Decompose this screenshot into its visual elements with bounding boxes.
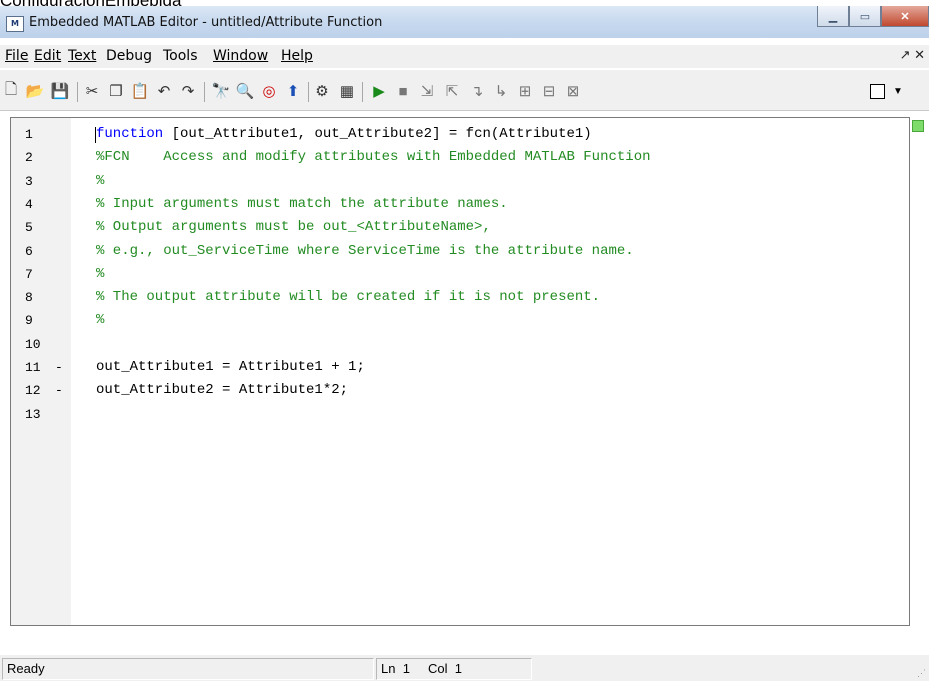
find-files-icon[interactable]: 🔍 — [236, 82, 255, 100]
window-controls: ▁ ▭ ✕ — [817, 6, 929, 28]
window-title: Embedded MATLAB Editor - untitled/Attrib… — [29, 15, 383, 30]
ln-value: 1 — [402, 661, 410, 676]
step-out-icon[interactable]: ⇱ — [443, 82, 461, 100]
code-line[interactable]: % e.g., out_ServiceTime where ServiceTim… — [96, 243, 634, 259]
copy-icon[interactable]: ❐ — [107, 82, 125, 100]
toolbar-separator — [362, 82, 363, 102]
code-line[interactable]: % The output attribute will be created i… — [96, 289, 600, 305]
toolbar-separator — [77, 82, 78, 102]
minimize-icon[interactable]: ▁ — [817, 6, 849, 27]
step-icon[interactable]: ↴ — [468, 82, 486, 100]
redo-icon[interactable]: ↷ — [179, 82, 197, 100]
code-comment: % Output arguments must be out_<Attribut… — [96, 219, 491, 235]
line-number: 10 — [25, 337, 41, 352]
exit-debug-icon[interactable]: ⊠ — [564, 82, 582, 100]
code-text: out_Attribute2 = Attribute1*2; — [96, 382, 349, 398]
run-icon[interactable]: ▶ — [370, 82, 388, 100]
maximize-icon[interactable]: ▭ — [849, 6, 881, 27]
breakpoint-icon[interactable]: ⊞ — [516, 82, 534, 100]
line-number: 9 — [25, 313, 33, 328]
save-icon[interactable]: 💾 — [51, 82, 70, 100]
line-number: 4 — [25, 197, 33, 212]
cursor-position: Ln 1 Col 1 — [376, 658, 532, 680]
code-line[interactable]: out_Attribute1 = Attribute1 + 1; — [96, 359, 365, 375]
code-status-indicator — [912, 120, 924, 132]
line-number: 13 — [25, 407, 41, 422]
code-comment: % — [96, 266, 105, 282]
code-comment: % The output attribute will be created i… — [96, 289, 601, 305]
code-keyword: function — [96, 126, 164, 142]
code-line[interactable]: % — [96, 266, 104, 282]
new-file-icon[interactable]: 🗋 — [2, 81, 20, 100]
toolbar: 🗋 📂 💾 ✂ ❐ 📋 ↶ ↷ 🔭 🔍 ◎ ⬆ ⚙ ▦ ▶ ■ ⇲ ⇱ ↴ ↳ … — [0, 70, 929, 111]
menu-debug[interactable]: Debug — [106, 48, 152, 64]
menu-tools[interactable]: Tools — [163, 48, 198, 64]
code-comment: %FCN Access and modify attributes with E… — [96, 149, 651, 165]
col-value: 1 — [454, 661, 462, 676]
chevron-down-icon: ▼ — [893, 85, 903, 97]
toolbar-separator — [308, 82, 309, 102]
target-icon[interactable]: ◎ — [260, 82, 278, 100]
line-number: 3 — [25, 174, 33, 189]
line-number: 8 — [25, 290, 33, 305]
code-line[interactable]: function [out_Attribute1, out_Attribute2… — [96, 126, 592, 142]
line-number: 6 — [25, 244, 33, 259]
menu-window[interactable]: Window — [213, 48, 268, 64]
code-line[interactable]: %FCN Access and modify attributes with E… — [96, 149, 651, 165]
code-line[interactable]: % — [96, 312, 104, 328]
resize-grip-icon[interactable]: ⋰ — [917, 668, 926, 679]
find-icon[interactable]: 🔭 — [212, 82, 231, 100]
status-bar: Ready Ln 1 Col 1 ⋰ — [0, 655, 929, 681]
toolbar-separator — [204, 82, 205, 102]
close-icon[interactable]: ✕ — [881, 6, 929, 27]
code-text: out_Attribute1 = Attribute1 + 1; — [96, 359, 365, 375]
matlab-app-icon: M — [6, 16, 24, 32]
line-number: 1 — [25, 127, 33, 142]
view-dropdown[interactable]: ▼ — [866, 82, 908, 100]
ln-label: Ln — [381, 661, 396, 676]
menu-file[interactable]: File — [5, 48, 28, 64]
build-icon[interactable]: ⚙ — [313, 82, 331, 100]
menu-text[interactable]: Text — [68, 48, 96, 64]
line-number: 2 — [25, 150, 33, 165]
code-comment: % — [96, 312, 105, 328]
code-comment: % e.g., out_ServiceTime where ServiceTim… — [96, 243, 634, 259]
status-ready: Ready — [2, 658, 374, 680]
code-comment: % — [96, 173, 105, 189]
code-line[interactable]: % Output arguments must be out_<Attribut… — [96, 219, 491, 235]
code-line[interactable]: % — [96, 173, 104, 189]
breakpoint-marker[interactable]: - — [55, 383, 63, 398]
stop-icon[interactable]: ■ — [394, 82, 412, 100]
data-ports-icon[interactable]: ▦ — [338, 82, 356, 100]
line-number: 5 — [25, 220, 33, 235]
menu-help[interactable]: Help — [281, 48, 313, 64]
go-up-icon[interactable]: ⬆ — [284, 82, 302, 100]
clear-breakpoints-icon[interactable]: ⊟ — [540, 82, 558, 100]
menu-edit[interactable]: Edit — [34, 48, 61, 64]
cut-icon[interactable]: ✂ — [83, 82, 101, 100]
code-comment: % Input arguments must match the attribu… — [96, 196, 508, 212]
open-folder-icon[interactable]: 📂 — [26, 82, 45, 100]
undock-close-controls[interactable]: ↗ ✕ — [900, 47, 925, 63]
paste-icon[interactable]: 📋 — [131, 82, 150, 100]
line-number: 7 — [25, 267, 33, 282]
code-line[interactable]: out_Attribute2 = Attribute1*2; — [96, 382, 348, 398]
code-editor[interactable]: 1 2 3 4 5 6 7 8 9 10 11-12-13 function [out_Attrib… — [10, 117, 910, 626]
code-line[interactable]: % Input arguments must match the attribu… — [96, 196, 508, 212]
square-icon — [870, 83, 885, 99]
menu-bar: File Edit Text Debug Tools Window Help ↗… — [0, 45, 929, 68]
title-bar: M Embedded MATLAB Editor - untitled/Attr… — [0, 6, 929, 38]
line-number-gutter: 1 2 3 4 5 6 7 8 9 10 11-12-13 — [11, 118, 71, 625]
undo-icon[interactable]: ↶ — [155, 82, 173, 100]
breakpoint-marker[interactable]: - — [55, 360, 63, 375]
step-into-icon[interactable]: ↳ — [492, 82, 510, 100]
code-text: [out_Attribute1, out_Attribute2] = fcn(A… — [163, 126, 592, 142]
step-in-icon[interactable]: ⇲ — [418, 82, 436, 100]
col-label: Col — [428, 661, 448, 676]
